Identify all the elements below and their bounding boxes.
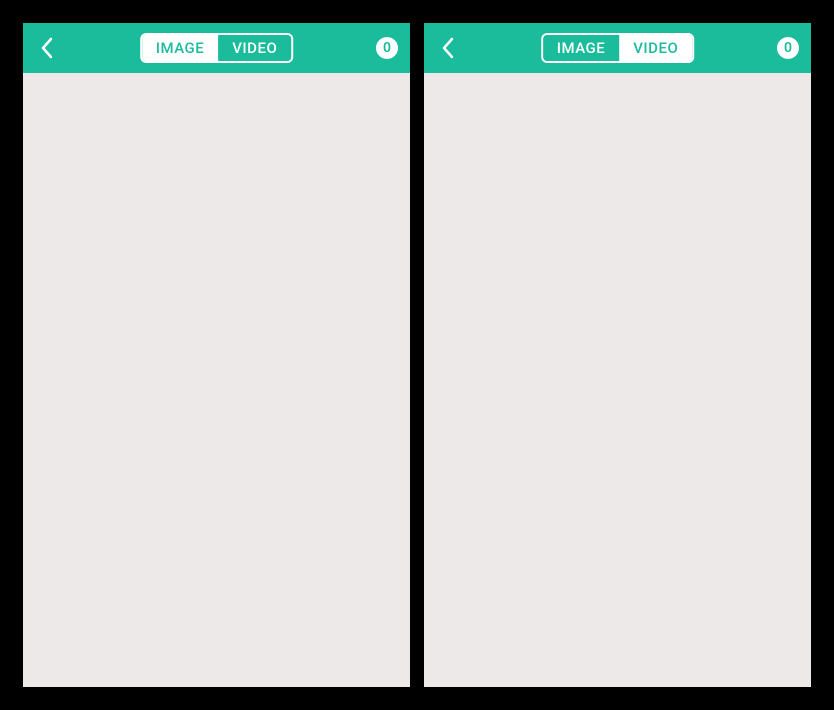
count-badge[interactable]: 0 <box>376 37 398 59</box>
tab-video-label: VIDEO <box>633 41 678 56</box>
tab-image-label: IMAGE <box>156 41 205 56</box>
phone-screen-right: IMAGE VIDEO 0 <box>424 23 811 687</box>
segment-control: IMAGE VIDEO <box>140 33 294 63</box>
segment-control: IMAGE VIDEO <box>541 33 695 63</box>
header: IMAGE VIDEO 0 <box>23 23 410 73</box>
tab-video[interactable]: VIDEO <box>218 35 291 61</box>
chevron-left-icon <box>40 37 54 59</box>
content-area <box>23 73 410 687</box>
back-button[interactable] <box>35 36 59 60</box>
count-value: 0 <box>383 40 391 56</box>
count-value: 0 <box>784 40 792 56</box>
count-badge[interactable]: 0 <box>777 37 799 59</box>
header: IMAGE VIDEO 0 <box>424 23 811 73</box>
tab-image[interactable]: IMAGE <box>543 35 620 61</box>
phone-screen-left: IMAGE VIDEO 0 <box>23 23 410 687</box>
tab-video-label: VIDEO <box>232 41 277 56</box>
tab-image[interactable]: IMAGE <box>142 35 219 61</box>
content-area <box>424 73 811 687</box>
tab-video[interactable]: VIDEO <box>619 35 692 61</box>
chevron-left-icon <box>441 37 455 59</box>
tab-image-label: IMAGE <box>557 41 606 56</box>
back-button[interactable] <box>436 36 460 60</box>
